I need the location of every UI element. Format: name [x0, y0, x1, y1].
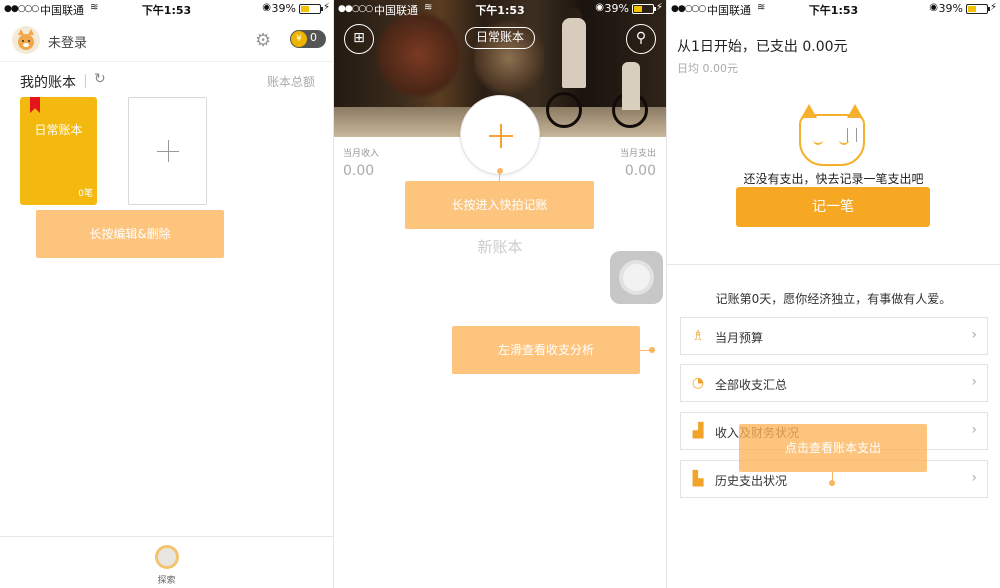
screen-book-list: ●●○○○ 中国联通 ≋ 下午1:53 ◉ 39% ⚡ 未登录 ⚙ ¥ 0 我的…	[0, 0, 333, 588]
add-book-button[interactable]	[128, 97, 207, 205]
section-divider	[667, 264, 1000, 265]
battery-percent: 39%	[271, 2, 296, 15]
rotation-lock-icon: ◉	[595, 2, 604, 13]
coin-icon: ¥	[291, 31, 307, 47]
bulb-icon[interactable]: ⚲	[626, 24, 656, 54]
quick-add-button[interactable]	[460, 95, 540, 175]
chevron-right-icon: ›	[971, 422, 977, 438]
coin-count: 0	[310, 31, 317, 44]
book-name: 日常账本	[34, 123, 83, 137]
book-switch-button[interactable]: 日常账本	[465, 27, 535, 49]
charging-icon: ⚡	[322, 2, 330, 13]
hint-quick-record: 长按进入快拍记账	[405, 181, 594, 229]
hint-edit-delete: 长按编辑&删除	[36, 210, 224, 258]
login-status[interactable]: 未登录	[48, 32, 87, 51]
rotation-lock-icon: ◉	[929, 2, 938, 13]
bookmark-icon	[30, 97, 40, 113]
menu-budget[interactable]: ♗ 当月预算 ›	[680, 317, 988, 355]
book-count: 0笔	[78, 189, 93, 199]
menu-summary[interactable]: ◔ 全部收支汇总 ›	[680, 364, 988, 402]
income-label: 当月收入	[343, 149, 380, 159]
tab-bar: 探索	[0, 536, 333, 588]
budget-icon: ♗	[691, 328, 705, 344]
battery-percent: 39%	[604, 2, 629, 15]
chevron-right-icon: ›	[971, 327, 977, 343]
slogan: 记账第0天，愿你经济独立，有事做有人爱。	[715, 292, 952, 306]
book-card[interactable]: 日常账本 0笔	[20, 97, 97, 205]
battery-icon	[299, 4, 323, 14]
status-bar: ●●○○○ 中国联通 ≋ 下午1:53 ◉ 39% ⚡	[667, 0, 1000, 18]
chevron-right-icon: ›	[971, 374, 977, 390]
title-divider	[85, 74, 86, 88]
income-value: 0.00	[343, 163, 375, 179]
empty-message: 还没有支出，快去记录一笔支出吧	[743, 172, 924, 186]
grid-icon[interactable]: ⊞	[344, 24, 374, 54]
bar-up-icon: ▟	[692, 423, 704, 439]
status-bar: ●●○○○ 中国联通 ≋ 下午1:53 ◉ 39% ⚡	[0, 0, 333, 18]
pie-icon: ◔	[691, 375, 705, 391]
cat-mascot-icon	[799, 104, 865, 166]
spending-summary: 从1日开始，已支出 0.00元	[677, 39, 848, 55]
menu-label: 历史支出状况	[715, 474, 788, 488]
battery-percent: 39%	[938, 2, 963, 15]
assistive-touch-icon[interactable]	[610, 251, 663, 304]
record-button[interactable]: 记一笔	[736, 187, 930, 227]
expense-label: 当月支出	[619, 149, 656, 159]
hint-tap-expenses: 点击查看账本支出	[739, 424, 927, 472]
total-link[interactable]: 账本总额	[267, 73, 315, 90]
charging-icon: ⚡	[989, 2, 997, 13]
expense-value: 0.00	[624, 163, 656, 179]
bar-icon: ▙	[692, 471, 704, 487]
tab-explore[interactable]: 探索	[0, 573, 333, 586]
menu-label: 当月预算	[715, 331, 764, 345]
menu-label: 全部收支汇总	[715, 378, 788, 392]
user-header: 未登录 ⚙ ¥ 0	[0, 18, 333, 62]
coin-badge[interactable]: ¥ 0	[290, 30, 326, 48]
refresh-icon[interactable]: ↻	[94, 71, 106, 87]
charging-icon: ⚡	[655, 2, 663, 13]
daily-average: 日均 0.00元	[677, 62, 738, 75]
status-bar: ●●○○○ 中国联通 ≋ 下午1:53 ◉ 39% ⚡	[334, 0, 666, 18]
avatar[interactable]	[12, 26, 40, 54]
section-title: 我的账本	[20, 75, 76, 91]
screen-analysis: ●●○○○ 中国联通 ≋ 下午1:53 ◉ 39% ⚡ 从1日开始，已支出 0.…	[667, 0, 1000, 588]
gear-icon[interactable]: ⚙	[255, 30, 271, 51]
planet-icon[interactable]	[155, 545, 179, 569]
hint-swipe-analysis: 左滑查看收支分析	[452, 326, 640, 374]
chevron-right-icon: ›	[971, 470, 977, 486]
rotation-lock-icon: ◉	[262, 2, 271, 13]
screen-book-home: ●●○○○ 中国联通 ≋ 下午1:53 ◉ 39% ⚡ ⊞ 日常账本 ⚲ 当月收…	[334, 0, 666, 588]
battery-icon	[632, 4, 656, 14]
battery-icon	[966, 4, 990, 14]
